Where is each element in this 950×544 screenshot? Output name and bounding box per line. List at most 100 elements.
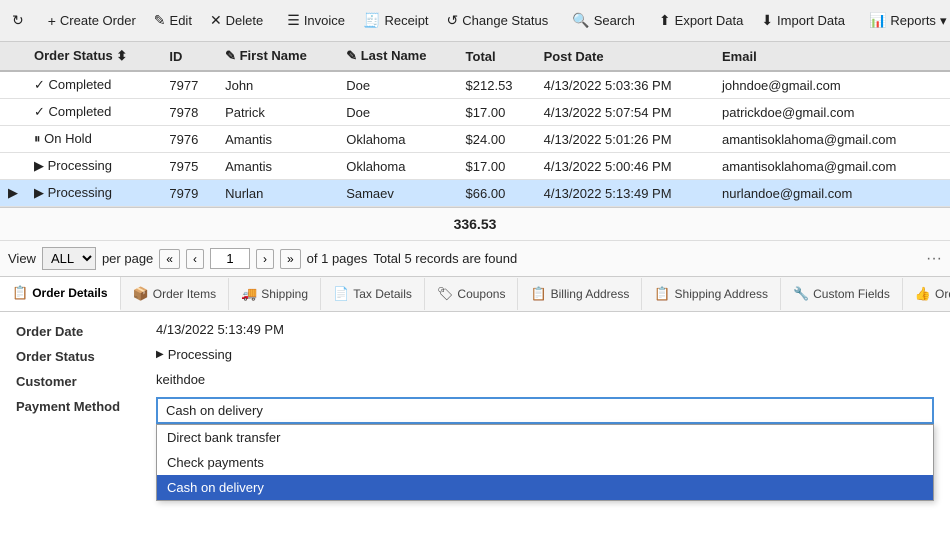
table-row[interactable]: ✓ Completed 7977 John Doe $212.53 4/13/2… — [0, 71, 950, 99]
delete-button[interactable]: ✕ Delete — [202, 8, 271, 33]
reports-dropdown-arrow: ▾ — [940, 13, 947, 29]
col-total[interactable]: Total — [458, 42, 536, 71]
edit-button[interactable]: ✎ Edit — [146, 8, 200, 33]
payment-options-list: Direct bank transfer Check payments Cash… — [156, 424, 934, 501]
page-number-input[interactable] — [210, 248, 250, 269]
row-first: Amantis — [217, 126, 338, 153]
row-status: ⏸ On Hold — [26, 126, 161, 153]
prev-page-button[interactable]: ‹ — [186, 249, 204, 269]
row-date: 4/13/2022 5:03:36 PM — [536, 71, 714, 99]
table-row[interactable]: ▶ Processing 7975 Amantis Oklahoma $17.0… — [0, 153, 950, 180]
sort-icon: ⬍ — [116, 48, 127, 63]
create-order-button[interactable]: + Create Order — [40, 9, 144, 33]
create-order-label: Create Order — [60, 13, 136, 28]
order-date-label: Order Date — [16, 322, 156, 339]
tab-order-details[interactable]: 📋 Order Details — [0, 277, 121, 311]
tab-shipping[interactable]: 🚚 Shipping — [229, 278, 321, 310]
tab-order-notes[interactable]: 👍 Order Notes — [903, 278, 950, 310]
receipt-button[interactable]: 🧾 Receipt — [355, 8, 437, 33]
tab-order-items[interactable]: 📦 Order Items — [121, 278, 230, 310]
row-total: $24.00 — [458, 126, 536, 153]
row-email: amantisoklahoma@gmail.com — [714, 126, 950, 153]
change-status-label: Change Status — [462, 13, 548, 28]
payment-option-cod[interactable]: Cash on delivery — [157, 475, 933, 500]
refresh-icon: ↻ — [12, 12, 24, 29]
more-options-icon[interactable]: ··· — [926, 250, 942, 268]
pencil-icon: ✎ — [225, 48, 236, 63]
change-status-button[interactable]: ↺ Change Status — [439, 8, 557, 33]
row-email: patrickdoe@gmail.com — [714, 99, 950, 126]
of-pages: of 1 pages — [307, 251, 368, 266]
order-date-row: Order Date 4/13/2022 5:13:49 PM — [16, 322, 934, 339]
row-status: ✓ Completed — [26, 71, 161, 99]
row-last: Samaev — [338, 180, 457, 207]
customer-value: keithdoe — [156, 372, 934, 387]
order-details-icon: 📋 — [12, 285, 28, 301]
col-lastname[interactable]: ✎ Last Name — [338, 42, 457, 71]
reports-button[interactable]: 📊 Reports ▾ — [861, 8, 950, 33]
tab-billing-address[interactable]: 📋 Billing Address — [518, 278, 642, 310]
row-first: Nurlan — [217, 180, 338, 207]
export-label: Export Data — [675, 13, 744, 28]
orders-table: Order Status ⬍ ID ✎ First Name ✎ Last Na… — [0, 42, 950, 207]
table-row[interactable]: ⏸ On Hold 7976 Amantis Oklahoma $24.00 4… — [0, 126, 950, 153]
row-expand-arrow — [0, 126, 26, 153]
last-page-button[interactable]: » — [280, 249, 301, 269]
col-email[interactable]: Email — [714, 42, 950, 71]
refresh-button[interactable]: ↻ — [4, 8, 32, 33]
row-date: 4/13/2022 5:00:46 PM — [536, 153, 714, 180]
row-expand-arrow — [0, 99, 26, 126]
processing-play-icon: ▶ — [156, 349, 164, 360]
export-button[interactable]: ⬆ Export Data — [651, 8, 751, 33]
edit-icon: ✎ — [154, 12, 166, 29]
customer-label: Customer — [16, 372, 156, 389]
table-row[interactable]: ✓ Completed 7978 Patrick Doe $17.00 4/13… — [0, 99, 950, 126]
search-button[interactable]: 🔍 Search — [564, 8, 643, 33]
coupons-icon: 🏷 — [437, 286, 454, 302]
invoice-label: Invoice — [304, 13, 345, 28]
row-status: ▶ Processing — [26, 180, 161, 207]
tab-coupons[interactable]: 🏷 Coupons — [425, 278, 519, 310]
tab-order-details-label: Order Details — [32, 286, 107, 300]
import-button[interactable]: ⬇ Import Data — [753, 8, 853, 33]
invoice-button[interactable]: ☰ Invoice — [279, 8, 353, 33]
payment-method-input[interactable]: Cash on delivery — [156, 397, 934, 424]
payment-option-check[interactable]: Check payments — [157, 450, 933, 475]
payment-method-dropdown[interactable]: Cash on delivery Direct bank transfer Ch… — [156, 397, 934, 424]
row-id: 7979 — [161, 180, 217, 207]
order-status-text: Processing — [168, 347, 232, 362]
col-id[interactable]: ID — [161, 42, 217, 71]
total-row: 336.53 — [0, 208, 950, 241]
tab-shipping-label: Shipping — [261, 287, 308, 301]
tab-order-notes-label: Order Notes — [935, 287, 950, 301]
export-icon: ⬆ — [659, 12, 671, 29]
row-id: 7977 — [161, 71, 217, 99]
row-total: $17.00 — [458, 153, 536, 180]
per-page-select[interactable]: ALL 10 25 50 — [42, 247, 96, 270]
pencil-icon2: ✎ — [346, 48, 357, 63]
row-id: 7976 — [161, 126, 217, 153]
first-page-button[interactable]: « — [159, 249, 180, 269]
row-expand-arrow — [0, 71, 26, 99]
next-page-button[interactable]: › — [256, 249, 274, 269]
per-page-label: per page — [102, 251, 153, 266]
table-row[interactable]: ▶ ▶ Processing 7979 Nurlan Samaev $66.00… — [0, 180, 950, 207]
tab-billing-label: Billing Address — [551, 287, 630, 301]
pagination-view-label: View — [8, 251, 36, 266]
order-status-row: Order Status ▶ Processing — [16, 347, 934, 364]
edit-label: Edit — [170, 13, 192, 28]
row-date: 4/13/2022 5:13:49 PM — [536, 180, 714, 207]
payment-method-row: Payment Method Cash on delivery Direct b… — [16, 397, 934, 424]
tab-shipping-address[interactable]: 📋 Shipping Address — [642, 278, 781, 310]
tab-custom-fields[interactable]: 🔧 Custom Fields — [781, 278, 903, 310]
col-firstname[interactable]: ✎ First Name — [217, 42, 338, 71]
row-id: 7978 — [161, 99, 217, 126]
col-arrow — [0, 42, 26, 71]
invoice-icon: ☰ — [287, 12, 300, 29]
tab-tax-details[interactable]: 📄 Tax Details — [321, 278, 425, 310]
row-status: ▶ Processing — [26, 153, 161, 180]
col-postdate[interactable]: Post Date — [536, 42, 714, 71]
payment-option-bank[interactable]: Direct bank transfer — [157, 425, 933, 450]
row-id: 7975 — [161, 153, 217, 180]
col-status[interactable]: Order Status ⬍ — [26, 42, 161, 71]
